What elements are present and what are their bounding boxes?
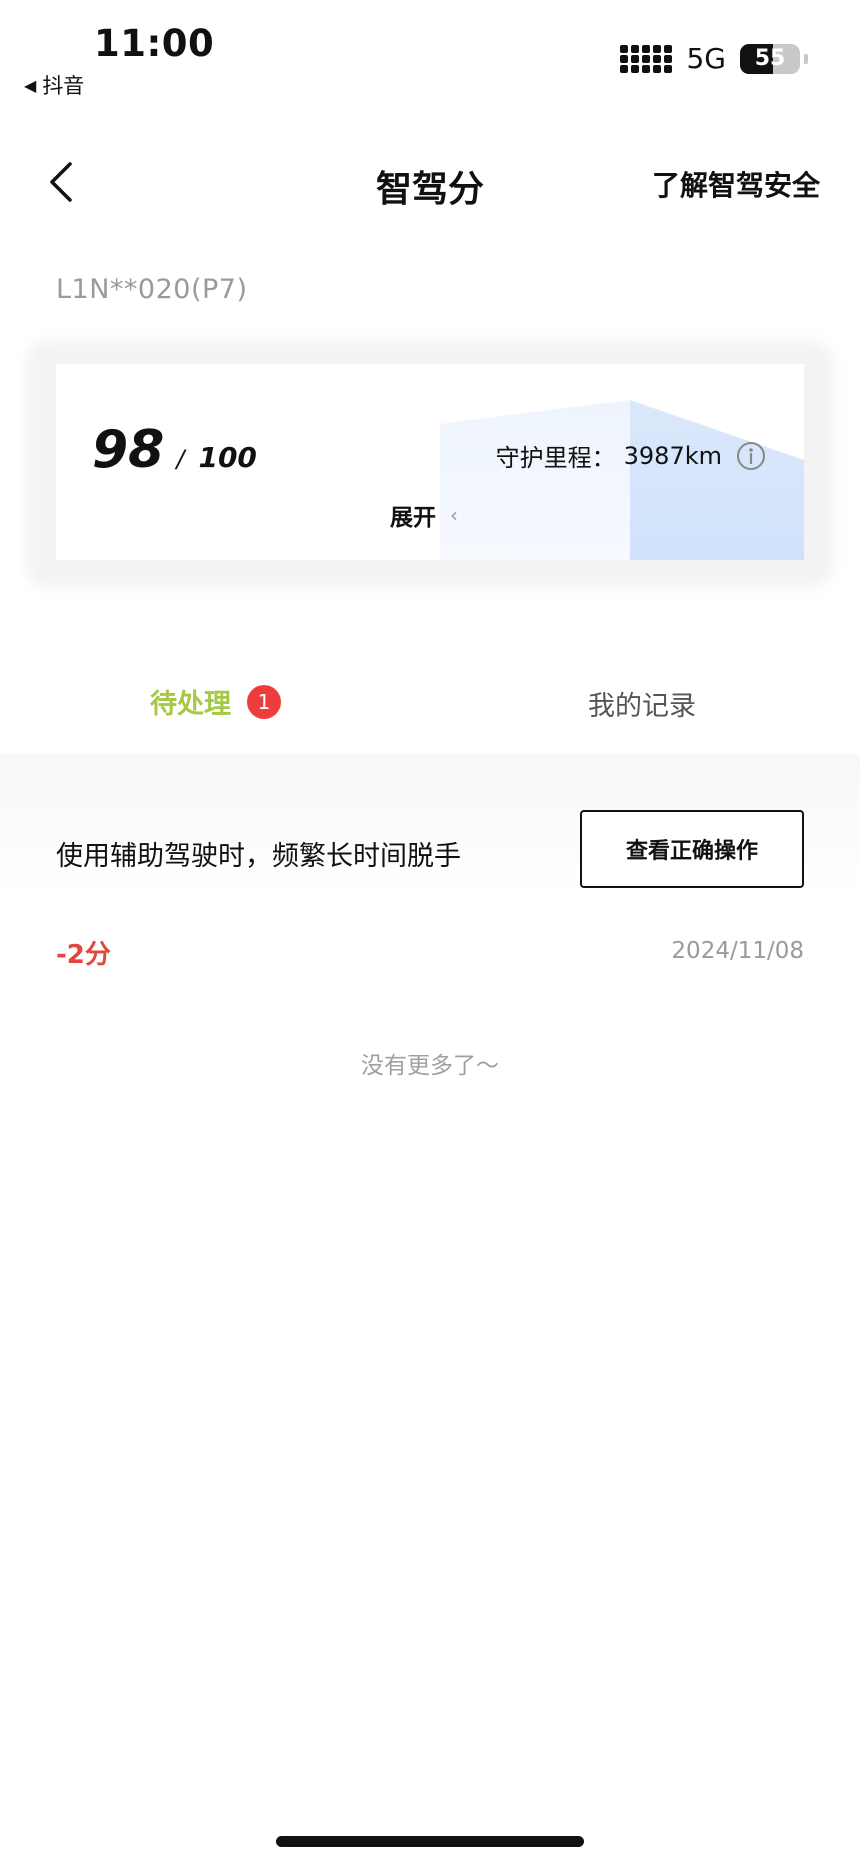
learn-safety-link[interactable]: 了解智驾安全 <box>652 164 820 204</box>
expand-label: 展开 <box>390 505 436 531</box>
back-to-app-link[interactable]: ◀ 抖音 <box>24 70 84 100</box>
item-date: 2024/11/08 <box>671 938 804 964</box>
battery-icon: 55 <box>740 43 800 74</box>
score: 98 / 100 <box>92 420 257 480</box>
tab-pending-label: 待处理 <box>150 689 231 720</box>
mileage-label: 守护里程： <box>495 444 616 472</box>
info-icon[interactable] <box>736 441 766 471</box>
mileage: 守护里程： 3987km <box>496 438 766 473</box>
signal-icon <box>620 44 673 73</box>
home-indicator[interactable] <box>276 1836 584 1847</box>
expand-toggle[interactable]: 展开 ‹ <box>390 498 458 532</box>
score-max: 100 <box>198 441 257 474</box>
view-correct-operation-button[interactable]: 查看正确操作 <box>580 810 804 888</box>
status-time: 11:00 <box>94 22 215 65</box>
status-indicators: 5G 55 <box>620 42 808 75</box>
score-separator: / <box>176 445 185 473</box>
network-type: 5G <box>686 42 726 75</box>
tab-pending[interactable]: 待处理 1 <box>150 682 281 721</box>
battery-tip <box>804 53 808 64</box>
pending-count-badge: 1 <box>247 684 281 719</box>
tab-my-records[interactable]: 我的记录 <box>588 684 696 723</box>
back-app-label: 抖音 <box>42 74 85 98</box>
score-value: 98 <box>92 420 165 480</box>
back-triangle-icon: ◀ <box>24 75 37 95</box>
end-of-list-text: 没有更多了～ <box>361 1053 499 1079</box>
score-card: 98 / 100 守护里程： 3987km 展开 ‹ <box>56 364 804 560</box>
vehicle-id: L1N**020(P7) <box>56 274 248 305</box>
chevron-left-icon: ‹ <box>450 503 458 527</box>
battery-percent: 55 <box>754 46 786 71</box>
points-deducted: -2分 <box>56 940 111 970</box>
mileage-value: 3987km <box>623 441 722 470</box>
violation-description: 使用辅助驾驶时，频繁长时间脱手 <box>56 841 461 872</box>
